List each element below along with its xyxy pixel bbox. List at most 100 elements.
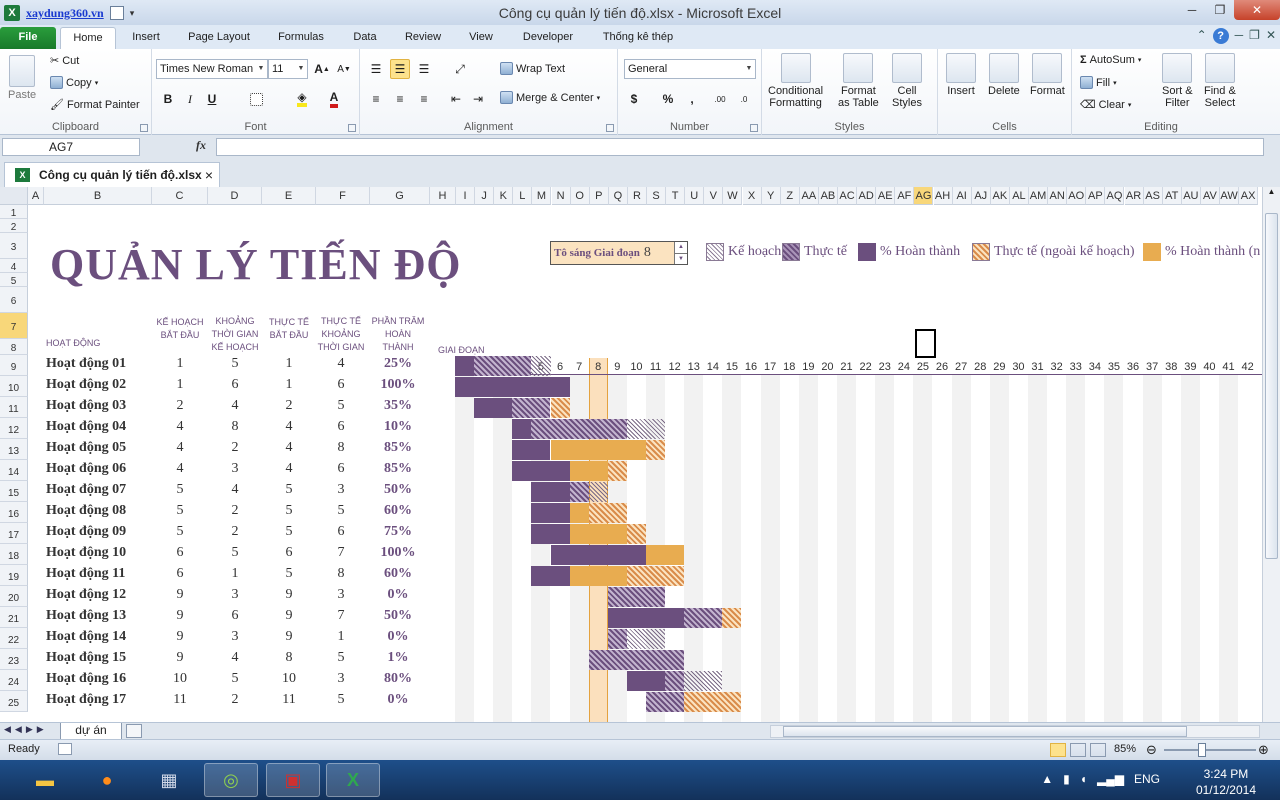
tab-insert[interactable]: Insert (120, 27, 172, 49)
tab-formulas[interactable]: Formulas (268, 27, 334, 49)
format-painter-button[interactable]: 🖌 Format Painter (50, 98, 140, 112)
insert-function-button[interactable]: fx (196, 138, 206, 153)
column-header[interactable]: AM (1029, 187, 1049, 205)
column-header[interactable]: D (208, 187, 262, 205)
red-app-icon[interactable]: ▣ (266, 763, 320, 797)
zoom-level[interactable]: 85% (1114, 743, 1136, 755)
column-header[interactable]: R (627, 187, 647, 205)
column-header[interactable]: AB (818, 187, 838, 205)
row-header[interactable]: 13 (0, 439, 28, 460)
column-header[interactable]: AJ (971, 187, 991, 205)
row-header[interactable]: 24 (0, 670, 28, 691)
signal-icon[interactable]: ▂▄▆ (1097, 772, 1124, 786)
delete-cells-button[interactable]: Delete (988, 53, 1020, 97)
column-header[interactable]: C (152, 187, 208, 205)
cut-button[interactable]: ✂ Cut (50, 54, 79, 68)
bold-button[interactable]: B (158, 89, 178, 109)
copy-button[interactable]: Copy ▾ (50, 76, 98, 89)
scroll-up-icon[interactable]: ▲ (1263, 187, 1280, 196)
align-top-icon[interactable]: ☰ (366, 59, 386, 79)
orientation-icon[interactable]: ⤢ (450, 59, 470, 79)
column-header[interactable]: AD (857, 187, 877, 205)
close-workbook-icon[interactable]: × (205, 163, 213, 187)
column-header[interactable]: AQ (1105, 187, 1125, 205)
network-icon[interactable]: ▮ (1063, 772, 1070, 786)
row-header[interactable]: 22 (0, 628, 28, 649)
tab-file[interactable]: File (0, 27, 56, 49)
align-right-icon[interactable]: ≡ (414, 89, 434, 109)
column-header[interactable]: W (723, 187, 743, 205)
align-center-icon[interactable]: ≡ (390, 89, 410, 109)
column-header[interactable]: K (494, 187, 514, 205)
column-header[interactable]: X (742, 187, 762, 205)
decrease-decimal-icon[interactable]: .0 (734, 89, 754, 109)
row-header[interactable]: 15 (0, 481, 28, 502)
column-header[interactable]: Z (780, 187, 800, 205)
column-header[interactable]: S (647, 187, 667, 205)
find-select-button[interactable]: Find & Select (1204, 53, 1236, 109)
column-header[interactable]: F (316, 187, 370, 205)
column-header[interactable]: AL (1009, 187, 1029, 205)
macro-record-icon[interactable] (58, 743, 72, 755)
column-header[interactable]: M (532, 187, 552, 205)
name-box[interactable]: AG7 (2, 138, 140, 156)
row-header[interactable]: 7 (0, 313, 28, 339)
conditional-formatting-button[interactable]: Conditional Formatting (768, 53, 823, 109)
row-header[interactable]: 8 (0, 339, 28, 355)
highlight-stage-control[interactable]: Tô sáng Giai đoạn 8 ▲ ▼ (550, 241, 688, 265)
column-header[interactable]: I (456, 187, 476, 205)
sheet-nav-arrows-icon[interactable]: ◀◀▶▶ (4, 724, 48, 735)
currency-button[interactable]: $ (624, 89, 644, 109)
tab-thong-ke-thep[interactable]: Thống kê thép (592, 27, 684, 49)
column-header[interactable]: AT (1162, 187, 1182, 205)
row-header[interactable]: 18 (0, 544, 28, 565)
column-header[interactable]: AS (1143, 187, 1163, 205)
column-header[interactable]: AN (1048, 187, 1068, 205)
tab-view[interactable]: View (456, 27, 506, 49)
row-header[interactable]: 23 (0, 649, 28, 670)
help-icon[interactable]: ? (1212, 28, 1229, 44)
shrink-font-button[interactable]: A ▼ (334, 59, 354, 79)
number-launcher-icon[interactable] (750, 124, 758, 132)
row-header[interactable]: 6 (0, 287, 28, 313)
alignment-launcher-icon[interactable] (606, 124, 614, 132)
insert-sheet-icon[interactable] (126, 724, 142, 738)
row-header[interactable]: 5 (0, 273, 28, 287)
clock[interactable]: 3:24 PM 01/12/2014 (1196, 766, 1256, 798)
file-explorer-icon[interactable]: ▬ (18, 763, 72, 797)
column-header[interactable]: Q (608, 187, 628, 205)
column-header[interactable]: G (370, 187, 430, 205)
vertical-scrollbar[interactable]: ▲ (1262, 187, 1280, 722)
column-header[interactable]: L (513, 187, 533, 205)
column-header[interactable]: A (28, 187, 44, 205)
font-launcher-icon[interactable] (348, 124, 356, 132)
zoom-out-icon[interactable]: ⊖ (1146, 742, 1157, 758)
column-header[interactable]: AW (1220, 187, 1240, 205)
column-header[interactable]: AU (1181, 187, 1201, 205)
decrease-indent-icon[interactable]: ⇤ (446, 89, 466, 109)
column-header[interactable]: AH (933, 187, 953, 205)
tab-data[interactable]: Data (340, 27, 390, 49)
borders-button[interactable] (246, 89, 266, 109)
minimize-button[interactable]: ─ (1178, 0, 1206, 20)
clear-button[interactable]: ⌫ Clear ▾ (1080, 98, 1131, 112)
row-header[interactable]: 1 (0, 205, 28, 219)
column-header[interactable]: AE (876, 187, 896, 205)
column-header[interactable]: V (704, 187, 724, 205)
row-header[interactable]: 20 (0, 586, 28, 607)
column-header[interactable]: P (589, 187, 609, 205)
minimize-ribbon-icon[interactable]: ⌃ (1197, 28, 1207, 44)
row-header[interactable]: 3 (0, 233, 28, 259)
format-as-table-button[interactable]: Format as Table (838, 53, 879, 109)
increase-decimal-icon[interactable]: .00 (710, 89, 730, 109)
select-all-corner[interactable] (0, 187, 28, 205)
page-break-view-icon[interactable] (1090, 743, 1106, 757)
formula-input[interactable] (216, 138, 1264, 156)
window-close-icon[interactable]: ✕ (1266, 28, 1276, 44)
fill-color-button[interactable]: ◈ (292, 89, 312, 109)
vertical-scroll-thumb[interactable] (1265, 213, 1278, 559)
window-min-icon[interactable]: ─ (1235, 28, 1244, 44)
column-header[interactable]: AV (1200, 187, 1220, 205)
row-header[interactable]: 2 (0, 219, 28, 233)
comma-button[interactable]: , (682, 89, 702, 109)
